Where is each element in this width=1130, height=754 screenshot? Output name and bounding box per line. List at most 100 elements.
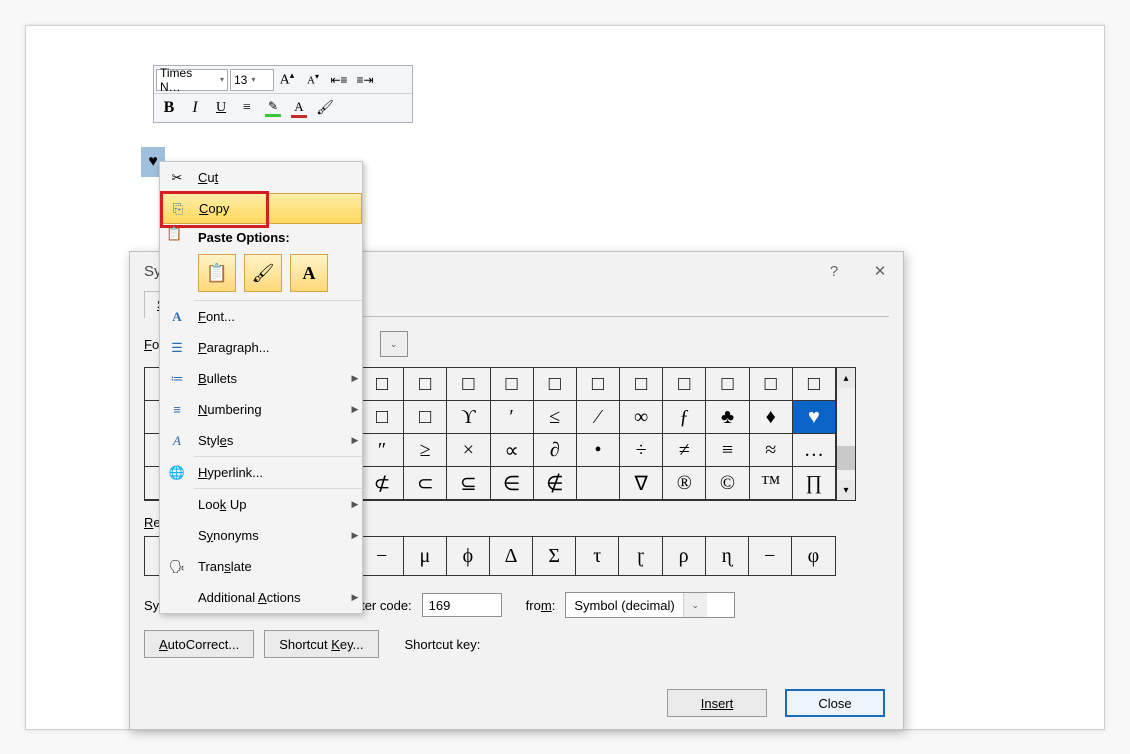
underline-button[interactable]: U (209, 96, 233, 120)
ctx-lookup[interactable]: Look Up ▶ (160, 489, 362, 520)
symbol-cell[interactable]: ♦ (750, 401, 793, 434)
symbol-cell[interactable]: ≥ (404, 434, 447, 467)
grow-font-button[interactable]: A▴ (275, 68, 299, 92)
bold-button[interactable]: B (157, 96, 181, 120)
recent-symbol-cell[interactable]: μ (404, 537, 447, 575)
dialog-close-button[interactable]: ✕ (857, 252, 903, 290)
context-menu: ✂ Cut ⎘ Copy Paste Options: 📋 📋 🖌 A A Fo… (159, 161, 363, 614)
highlight-button[interactable]: ✎ (261, 96, 285, 120)
symbol-cell[interactable]: □ (577, 368, 620, 401)
symbol-cell[interactable]: ∏ (793, 467, 836, 500)
font-name-select[interactable]: Times N…▾ (156, 69, 228, 91)
symbol-cell[interactable]: ∇ (620, 467, 663, 500)
symbol-cell[interactable]: □ (706, 368, 749, 401)
symbol-cell[interactable]: ′ (491, 401, 534, 434)
recent-symbol-cell[interactable]: ɽ (619, 537, 662, 575)
decrease-indent-button[interactable]: ⇤≡ (327, 68, 351, 92)
numbering-icon: ≡ (173, 402, 181, 417)
selected-heart-glyph: ♥ (148, 153, 158, 171)
symbol-cell[interactable]: … (793, 434, 836, 467)
symbol-cell[interactable]: ≠ (663, 434, 706, 467)
scroll-track[interactable] (837, 388, 855, 480)
symbol-cell[interactable]: ∉ (534, 467, 577, 500)
recent-symbol-cell[interactable]: φ (792, 537, 835, 575)
recent-symbol-cell[interactable]: − (361, 537, 404, 575)
symbol-cell[interactable]: ⊄ (361, 467, 404, 500)
recent-symbol-cell[interactable]: Σ (533, 537, 576, 575)
ctx-hyperlink[interactable]: 🌐 Hyperlink... (160, 457, 362, 488)
font-size-select[interactable]: 13▾ (230, 69, 274, 91)
italic-button[interactable]: I (183, 96, 207, 120)
symbol-cell[interactable]: ∝ (491, 434, 534, 467)
scroll-down-button[interactable]: ▾ (837, 480, 855, 500)
symbol-cell[interactable]: □ (404, 401, 447, 434)
symbol-cell[interactable]: ™ (750, 467, 793, 500)
paste-merge-button[interactable]: 🖌 (244, 254, 282, 292)
recent-symbol-cell[interactable]: ϕ (447, 537, 490, 575)
symbol-cell[interactable]: ″ (361, 434, 404, 467)
dialog-help-button[interactable]: ? (811, 252, 857, 290)
ctx-translate[interactable]: 🗣 Translate (160, 551, 362, 582)
symbol-cell[interactable]: ⁄ (577, 401, 620, 434)
ctx-paragraph[interactable]: ☰ Paragraph... (160, 332, 362, 363)
symbol-cell[interactable]: ≈ (750, 434, 793, 467)
symbol-cell[interactable] (577, 467, 620, 500)
ctx-copy[interactable]: ⎘ Copy (160, 193, 362, 224)
symbol-cell[interactable]: □ (447, 368, 490, 401)
ctx-numbering[interactable]: ≡ Numbering ▶ (160, 394, 362, 425)
autocorrect-button[interactable]: AutoCorrect... (144, 630, 254, 658)
recent-symbol-cell[interactable]: ɳ (706, 537, 749, 575)
symbol-cell[interactable]: □ (361, 368, 404, 401)
ctx-cut[interactable]: ✂ Cut (160, 162, 362, 193)
symbol-cell[interactable]: ϒ (447, 401, 490, 434)
ctx-synonyms[interactable]: Synonyms ▶ (160, 520, 362, 551)
ctx-bullets[interactable]: ≔ Bullets ▶ (160, 363, 362, 394)
shrink-font-button[interactable]: A▾ (301, 68, 325, 92)
char-code-field[interactable]: 169 (422, 593, 502, 617)
symbol-cell[interactable]: □ (361, 401, 404, 434)
scroll-thumb[interactable] (837, 446, 855, 470)
symbol-cell[interactable]: • (577, 434, 620, 467)
grid-scrollbar[interactable]: ▴ ▾ (836, 367, 856, 501)
symbol-cell[interactable]: ⊆ (447, 467, 490, 500)
shortcut-key-button[interactable]: Shortcut Key... (264, 630, 378, 658)
symbol-cell[interactable]: ⊂ (404, 467, 447, 500)
symbol-cell[interactable]: □ (663, 368, 706, 401)
insert-button[interactable]: Insert (667, 689, 767, 717)
symbol-cell[interactable]: ≤ (534, 401, 577, 434)
recent-symbol-cell[interactable]: ρ (663, 537, 706, 575)
font-combo-drop[interactable]: ⌄ (380, 331, 408, 357)
symbol-cell[interactable]: ≡ (706, 434, 749, 467)
paste-keep-source-button[interactable]: 📋 (198, 254, 236, 292)
symbol-cell[interactable]: □ (793, 368, 836, 401)
symbol-cell[interactable]: ÷ (620, 434, 663, 467)
symbol-cell[interactable]: ƒ (663, 401, 706, 434)
paste-text-only-button[interactable]: A (290, 254, 328, 292)
symbol-cell[interactable]: ® (663, 467, 706, 500)
symbol-cell[interactable]: ∈ (491, 467, 534, 500)
symbol-cell[interactable]: □ (404, 368, 447, 401)
symbol-cell[interactable]: © (706, 467, 749, 500)
ctx-styles[interactable]: A Styles ▶ (160, 425, 362, 456)
font-color-button[interactable]: A (287, 96, 311, 120)
symbol-cell[interactable]: ♣ (706, 401, 749, 434)
symbol-cell[interactable]: □ (491, 368, 534, 401)
ctx-font[interactable]: A Font... (160, 301, 362, 332)
scroll-up-button[interactable]: ▴ (837, 368, 855, 388)
recent-symbol-cell[interactable]: Δ (490, 537, 533, 575)
symbol-cell[interactable]: □ (534, 368, 577, 401)
increase-indent-button[interactable]: ≡⇥ (353, 68, 377, 92)
symbol-cell[interactable]: ∞ (620, 401, 663, 434)
symbol-cell[interactable]: × (447, 434, 490, 467)
recent-symbol-cell[interactable]: − (749, 537, 792, 575)
symbol-cell[interactable]: □ (750, 368, 793, 401)
from-combo[interactable]: Symbol (decimal)⌄ (565, 592, 735, 618)
symbol-cell[interactable]: □ (620, 368, 663, 401)
close-button[interactable]: Close (785, 689, 885, 717)
symbol-cell[interactable]: ∂ (534, 434, 577, 467)
ctx-additional[interactable]: Additional Actions ▶ (160, 582, 362, 613)
format-painter-button[interactable]: 🖌 (313, 96, 337, 120)
recent-symbol-cell[interactable]: τ (576, 537, 619, 575)
symbol-cell[interactable]: ♥ (793, 401, 836, 434)
align-center-button[interactable]: ≡ (235, 96, 259, 120)
